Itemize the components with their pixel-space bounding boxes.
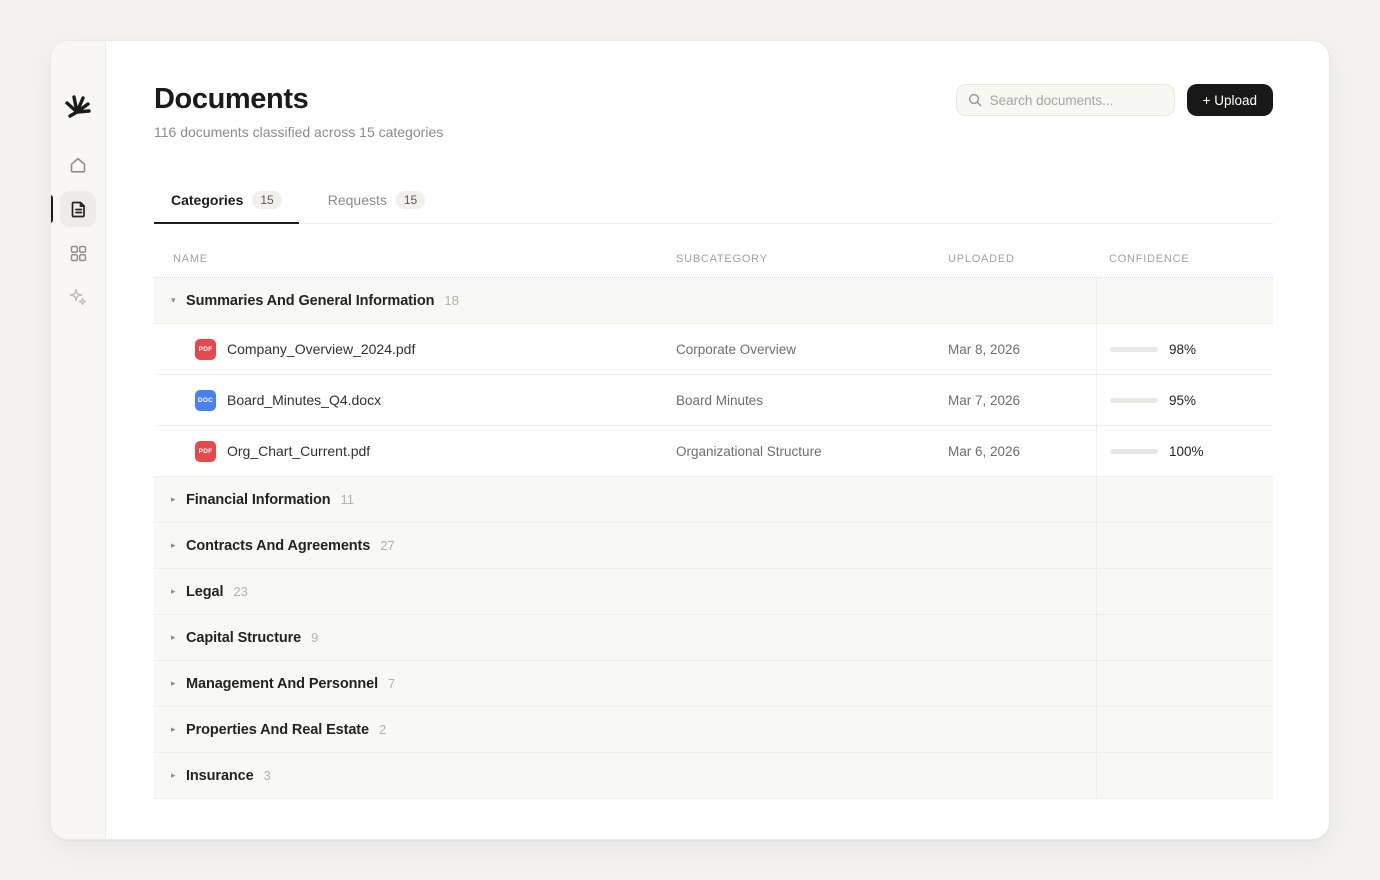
category-count: 3 — [264, 768, 271, 783]
file-subcategory: Organizational Structure — [676, 444, 948, 459]
pdf-file-icon: PDF — [195, 339, 216, 360]
sidebar-item-apps[interactable] — [60, 235, 96, 271]
upload-button[interactable]: + Upload — [1187, 84, 1273, 116]
search-box[interactable] — [956, 84, 1175, 116]
category-name: Summaries And General Information — [186, 293, 434, 309]
tab-count-badge: 15 — [396, 191, 425, 209]
page-subtitle: 116 documents classified across 15 categ… — [154, 124, 443, 140]
file-row[interactable]: PDF Company_Overview_2024.pdf Corporate Ov… — [154, 324, 1273, 375]
file-name: Org_Chart_Current.pdf — [227, 443, 370, 459]
search-input[interactable] — [990, 93, 1163, 108]
header-actions: + Upload — [956, 84, 1273, 116]
confidence-value: 98% — [1169, 342, 1196, 357]
sidebar-item-home[interactable] — [60, 147, 96, 183]
file-row[interactable]: PDF Org_Chart_Current.pdf Organizational S… — [154, 426, 1273, 477]
caret-right-icon: ▸ — [171, 679, 184, 688]
file-confidence-cell: 98% — [1096, 324, 1273, 374]
caret-right-icon: ▸ — [171, 541, 184, 550]
sidebar — [51, 41, 106, 839]
sidebar-item-documents[interactable] — [60, 191, 96, 227]
category-count: 2 — [379, 722, 386, 737]
category-count: 11 — [341, 492, 355, 507]
category-count: 23 — [233, 584, 247, 599]
category-row[interactable]: ▸Contracts And Agreements 27 — [154, 523, 1273, 569]
file-uploaded-date: Mar 6, 2026 — [948, 444, 1096, 459]
caret-right-icon: ▸ — [171, 633, 184, 642]
file-subcategory: Board Minutes — [676, 393, 948, 408]
category-count: 27 — [380, 538, 394, 553]
category-name: Legal — [186, 584, 223, 600]
file-row[interactable]: DOC Board_Minutes_Q4.docx Board MinutesMar… — [154, 375, 1273, 426]
main-panel: Documents 116 documents classified acros… — [106, 41, 1329, 839]
category-row[interactable]: ▸Properties And Real Estate 2 — [154, 707, 1273, 753]
page-background: Documents 116 documents classified acros… — [0, 0, 1380, 880]
category-row[interactable]: ▸Management And Personnel 7 — [154, 661, 1273, 707]
category-count: 7 — [388, 676, 395, 691]
caret-right-icon: ▸ — [171, 587, 184, 596]
sidebar-item-assistant[interactable] — [60, 279, 96, 315]
tab-requests[interactable]: Requests 15 — [311, 191, 443, 224]
category-row[interactable]: ▸Legal 23 — [154, 569, 1273, 615]
confidence-value: 100% — [1169, 444, 1204, 459]
category-row[interactable]: ▸Insurance 3 — [154, 753, 1273, 799]
file-subcategory: Corporate Overview — [676, 342, 948, 357]
caret-right-icon: ▸ — [171, 725, 184, 734]
pdf-file-icon: PDF — [195, 441, 216, 462]
confidence-bar — [1110, 398, 1158, 403]
sparkles-icon — [68, 287, 88, 307]
column-header-name: Name — [154, 253, 676, 265]
documents-icon — [69, 200, 88, 219]
category-name: Management And Personnel — [186, 676, 378, 692]
file-uploaded-date: Mar 8, 2026 — [948, 342, 1096, 357]
caret-right-icon: ▸ — [171, 771, 184, 780]
search-icon — [968, 93, 982, 107]
file-name: Company_Overview_2024.pdf — [227, 341, 415, 357]
grid-icon — [69, 244, 88, 263]
category-name: Capital Structure — [186, 630, 301, 646]
caret-down-icon: ▾ — [171, 296, 184, 305]
tab-categories[interactable]: Categories 15 — [154, 191, 299, 224]
app-logo-icon — [62, 93, 94, 123]
page-title: Documents — [154, 83, 443, 116]
tab-count-badge: 15 — [252, 191, 281, 209]
tab-label: Requests — [328, 192, 387, 208]
title-block: Documents 116 documents classified acros… — [154, 83, 443, 140]
table-header-row: NameSubcategoryUploadedConfidence — [154, 241, 1273, 278]
file-name: Board_Minutes_Q4.docx — [227, 392, 381, 408]
file-name-cell: PDF Company_Overview_2024.pdf — [154, 339, 676, 360]
active-indicator — [50, 195, 53, 223]
documents-table: NameSubcategoryUploadedConfidence ▾Summa… — [154, 224, 1273, 799]
doc-file-icon: DOC — [195, 390, 216, 411]
category-count: 9 — [311, 630, 318, 645]
category-name: Properties And Real Estate — [186, 722, 369, 738]
caret-right-icon: ▸ — [171, 495, 184, 504]
file-name-cell: DOC Board_Minutes_Q4.docx — [154, 390, 676, 411]
confidence-bar — [1110, 449, 1158, 454]
tabs: Categories 15 Requests 15 — [154, 191, 1273, 224]
category-name: Insurance — [186, 768, 254, 784]
category-count: 18 — [444, 293, 458, 308]
table-body: ▾Summaries And General Information 18 PDF C… — [154, 278, 1273, 799]
app-shell: Documents 116 documents classified acros… — [50, 40, 1330, 840]
sidebar-nav — [60, 147, 96, 315]
tab-label: Categories — [171, 192, 243, 208]
category-name: Financial Information — [186, 492, 331, 508]
home-icon — [68, 155, 88, 175]
category-name: Contracts And Agreements — [186, 538, 370, 554]
category-row[interactable]: ▸Capital Structure 9 — [154, 615, 1273, 661]
column-header-subcategory: Subcategory — [676, 253, 948, 265]
column-header-uploaded: Uploaded — [948, 253, 1096, 265]
file-confidence-cell: 95% — [1096, 375, 1273, 425]
column-header-confidence: Confidence — [1096, 253, 1273, 265]
page-header: Documents 116 documents classified acros… — [106, 41, 1329, 140]
category-row[interactable]: ▾Summaries And General Information 18 — [154, 278, 1273, 324]
confidence-bar — [1110, 347, 1158, 352]
category-row[interactable]: ▸Financial Information 11 — [154, 477, 1273, 523]
file-name-cell: PDF Org_Chart_Current.pdf — [154, 441, 676, 462]
file-confidence-cell: 100% — [1096, 426, 1273, 476]
confidence-value: 95% — [1169, 393, 1196, 408]
file-uploaded-date: Mar 7, 2026 — [948, 393, 1096, 408]
